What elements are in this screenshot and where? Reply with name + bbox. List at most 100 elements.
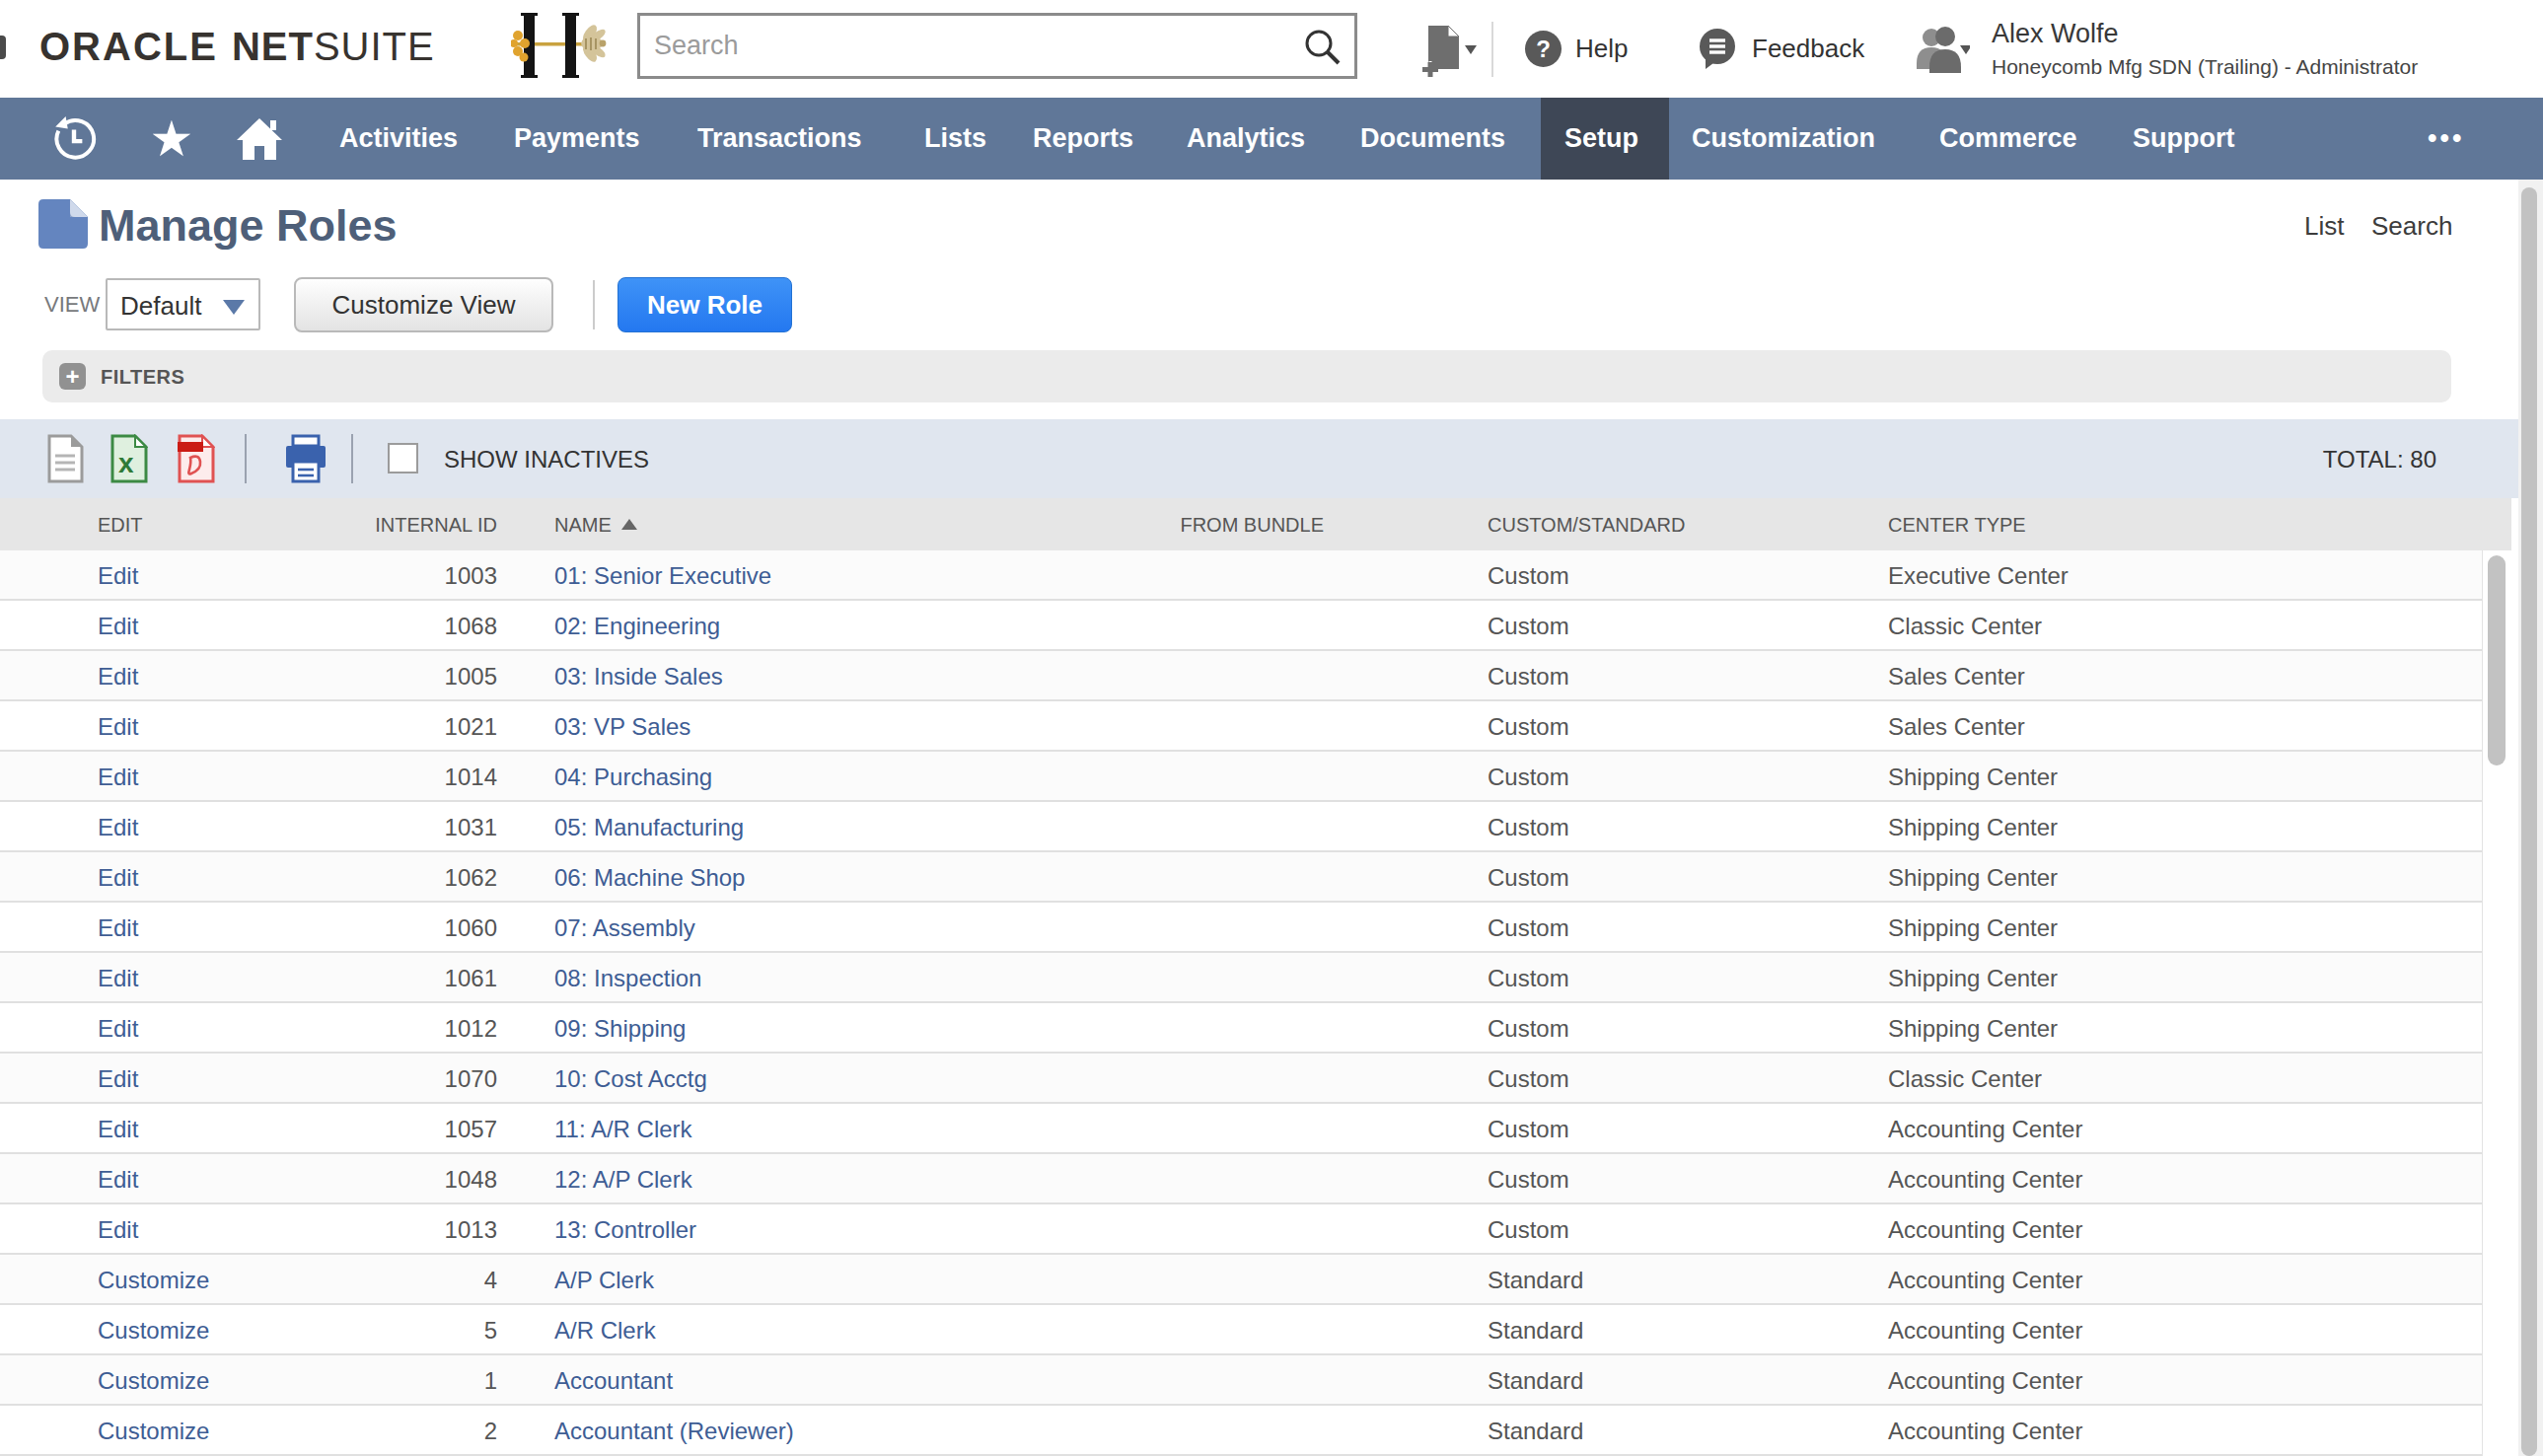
user-menu[interactable]: Alex Wolfe Honeycomb Mfg SDN (Trailing) … [1915, 0, 2418, 98]
toolbar-divider [245, 434, 247, 483]
row-name-link[interactable]: 02: Engineering [554, 613, 720, 640]
brand-oracle: ORACLE [39, 25, 218, 68]
print-icon[interactable] [284, 434, 327, 483]
search-icon[interactable] [1301, 26, 1344, 69]
col-name[interactable]: NAME [554, 514, 637, 537]
row-name-link[interactable]: 03: Inside Sales [554, 663, 723, 691]
export-excel-icon[interactable]: x [110, 434, 148, 483]
row-action-link[interactable]: Edit [98, 914, 138, 942]
nav-item-analytics[interactable]: Analytics [1187, 98, 1305, 180]
row-action-link[interactable]: Edit [98, 1166, 138, 1194]
nav-item-activities[interactable]: Activities [339, 98, 458, 180]
nav-item-lists[interactable]: Lists [924, 98, 986, 180]
nav-overflow[interactable]: ••• [2428, 98, 2464, 180]
recent-records-icon[interactable] [50, 98, 98, 180]
export-csv-icon[interactable] [47, 434, 84, 483]
row-action-link[interactable]: Edit [98, 663, 138, 691]
filters-bar[interactable]: + FILTERS [42, 350, 2451, 402]
row-name-link[interactable]: 05: Manufacturing [554, 814, 744, 841]
row-name-link[interactable]: 04: Purchasing [554, 764, 712, 791]
show-inactives-checkbox[interactable] [388, 443, 418, 473]
row-action-link[interactable]: Customize [98, 1317, 209, 1345]
user-name[interactable]: Alex Wolfe [1992, 19, 2418, 49]
create-new-icon[interactable] [1418, 22, 1478, 77]
row-action-link[interactable]: Edit [98, 613, 138, 640]
row-name-link[interactable]: Accountant [554, 1367, 673, 1395]
row-action-link[interactable]: Edit [98, 864, 138, 892]
row-name-link[interactable]: 09: Shipping [554, 1015, 686, 1043]
nav-item-customization[interactable]: Customization [1692, 98, 1875, 180]
row-name-link[interactable]: 13: Controller [554, 1216, 696, 1244]
row-action-link[interactable]: Edit [98, 713, 138, 741]
feedback-menu[interactable]: Feedback [1698, 0, 1864, 98]
nav-item-reports[interactable]: Reports [1033, 98, 1133, 180]
shortcuts-star-icon[interactable]: ★ [146, 98, 197, 180]
row-action-link[interactable]: Edit [98, 1216, 138, 1244]
row-action-link[interactable]: Customize [98, 1367, 209, 1395]
help-label[interactable]: Help [1575, 34, 1628, 64]
row-name-link[interactable]: A/P Clerk [554, 1267, 654, 1294]
new-role-button[interactable]: New Role [618, 277, 792, 332]
row-action-link[interactable]: Edit [98, 1116, 138, 1143]
row-action-link[interactable]: Edit [98, 965, 138, 992]
filters-expand-icon[interactable]: + [59, 363, 86, 390]
main-nav: ★ Activities Payments Transactions Lists Rep… [0, 98, 2543, 180]
global-search-box[interactable] [637, 13, 1357, 79]
row-name-link[interactable]: 01: Senior Executive [554, 562, 771, 590]
row-action-link[interactable]: Edit [98, 764, 138, 791]
row-action-link[interactable]: Customize [98, 1267, 209, 1294]
nav-item-commerce[interactable]: Commerce [1939, 98, 2077, 180]
col-center-type[interactable]: CENTER TYPE [1888, 514, 2026, 537]
row-internal-id: 1057 [256, 1116, 497, 1143]
user-roles-icon[interactable] [1915, 26, 1970, 73]
row-internal-id: 1048 [256, 1166, 497, 1194]
customize-view-button[interactable]: Customize View [294, 277, 553, 332]
nav-item-payments[interactable]: Payments [514, 98, 640, 180]
view-select[interactable]: Default [106, 278, 260, 330]
filters-label: FILTERS [101, 366, 184, 389]
col-edit[interactable]: EDIT [98, 514, 143, 537]
row-name-link[interactable]: A/R Clerk [554, 1317, 656, 1345]
global-search-input[interactable] [654, 16, 1266, 76]
row-name-link[interactable]: 07: Assembly [554, 914, 695, 942]
row-action-link[interactable]: Edit [98, 562, 138, 590]
row-name-link[interactable]: 08: Inspection [554, 965, 701, 992]
search-link[interactable]: Search [2371, 211, 2452, 242]
col-internal-id[interactable]: INTERNAL ID [256, 514, 497, 537]
col-custom-standard[interactable]: CUSTOM/STANDARD [1488, 514, 1685, 537]
col-from-bundle[interactable]: FROM BUNDLE [1085, 514, 1324, 537]
row-name-link[interactable]: 10: Cost Acctg [554, 1065, 707, 1093]
list-link[interactable]: List [2304, 211, 2344, 242]
help-icon[interactable]: ? [1525, 31, 1562, 67]
home-icon[interactable] [232, 98, 286, 180]
window-scrollbar-track[interactable] [2518, 180, 2543, 1456]
row-name-link[interactable]: Accountant (Reviewer) [554, 1418, 794, 1445]
row-name-link[interactable]: 12: A/P Clerk [554, 1166, 692, 1194]
table-row: Edit100301: Senior ExecutiveCustomExecut… [0, 550, 2483, 601]
table-scrollbar-thumb[interactable] [2488, 555, 2506, 765]
page-title-icon [37, 198, 89, 250]
feedback-label[interactable]: Feedback [1752, 34, 1864, 64]
row-custom-standard: Custom [1488, 713, 1569, 741]
row-custom-standard: Custom [1488, 1216, 1569, 1244]
row-internal-id: 1060 [256, 914, 497, 942]
row-action-link[interactable]: Customize [98, 1418, 209, 1445]
feedback-icon[interactable] [1698, 28, 1738, 71]
row-action-link[interactable]: Edit [98, 1065, 138, 1093]
row-action-link[interactable]: Edit [98, 814, 138, 841]
nav-item-transactions[interactable]: Transactions [697, 98, 862, 180]
help-menu[interactable]: ? Help [1525, 0, 1628, 98]
nav-item-setup[interactable]: Setup [1564, 98, 1638, 180]
export-pdf-icon[interactable] [178, 434, 215, 483]
row-name-link[interactable]: 11: A/R Clerk [554, 1116, 692, 1143]
nav-item-documents[interactable]: Documents [1360, 98, 1505, 180]
window-scrollbar-thumb[interactable] [2521, 187, 2537, 1456]
edge-notch [0, 36, 6, 59]
row-internal-id: 1003 [256, 562, 497, 590]
row-name-link[interactable]: 06: Machine Shop [554, 864, 745, 892]
row-custom-standard: Custom [1488, 914, 1569, 942]
nav-item-support[interactable]: Support [2133, 98, 2234, 180]
row-action-link[interactable]: Edit [98, 1015, 138, 1043]
row-internal-id: 1062 [256, 864, 497, 892]
row-name-link[interactable]: 03: VP Sales [554, 713, 690, 741]
